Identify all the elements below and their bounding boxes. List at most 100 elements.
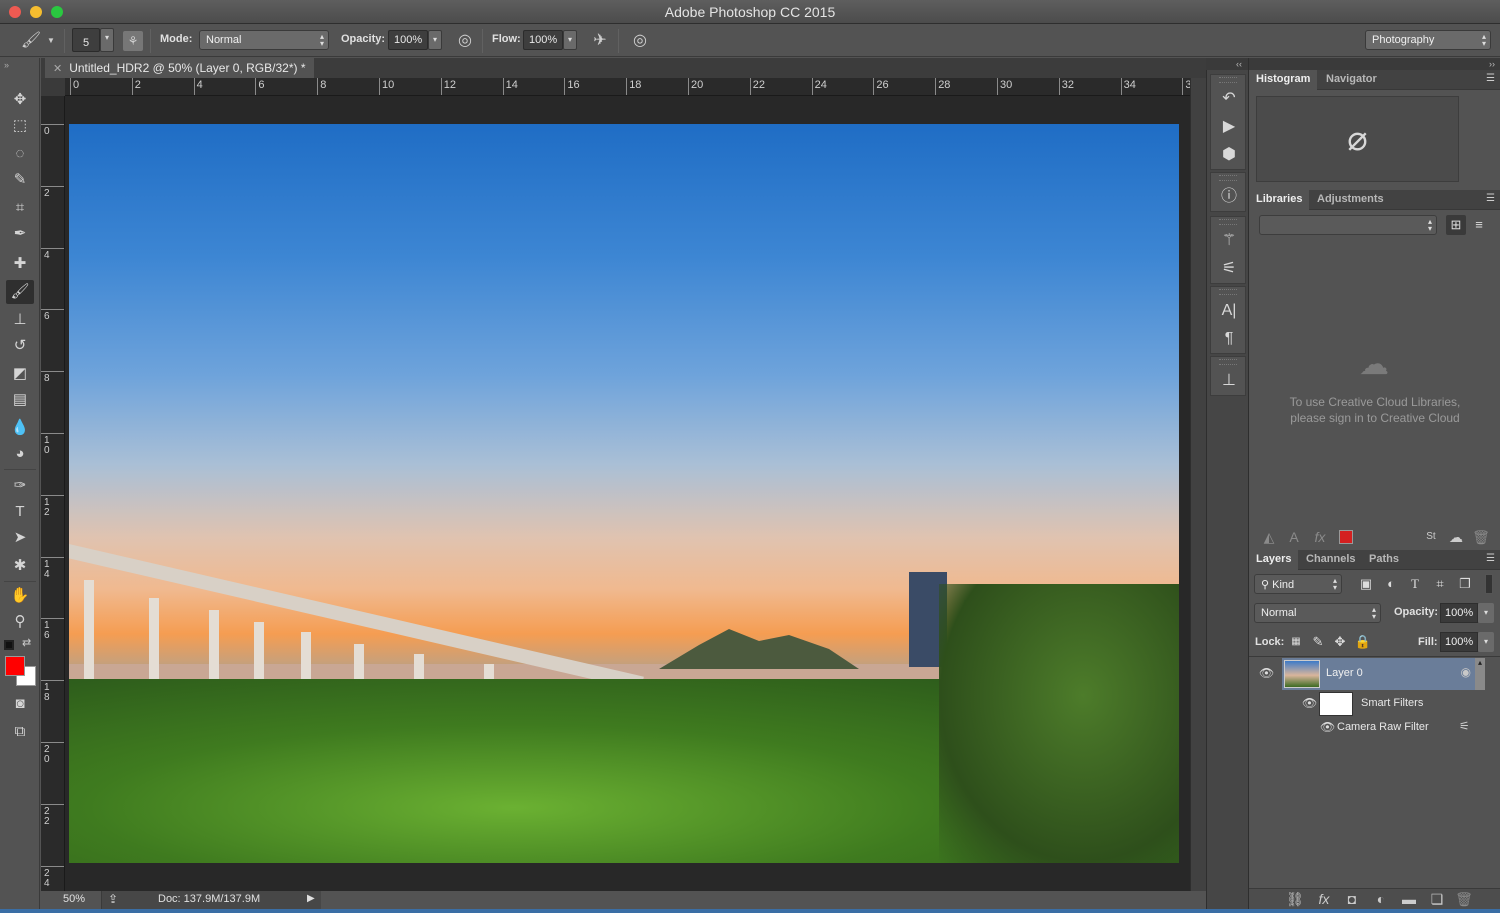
mode-select[interactable]: Normal ▴ ▾ bbox=[199, 30, 329, 50]
grip[interactable] bbox=[1219, 289, 1237, 295]
hand-tool[interactable]: ✋ bbox=[6, 584, 34, 608]
eyedropper-tool[interactable]: ✒ bbox=[6, 222, 34, 246]
ruler-origin[interactable] bbox=[41, 78, 65, 96]
layer-opacity-dropdown[interactable]: ▾ bbox=[1478, 603, 1494, 623]
clone-source-icon[interactable]: ⊥ bbox=[1211, 367, 1247, 395]
blur-tool[interactable]: 💧 bbox=[6, 416, 34, 440]
crop-tool[interactable]: ⌗ bbox=[6, 196, 34, 220]
history-brush-tool[interactable]: ↺ bbox=[6, 334, 34, 358]
info-icon[interactable]: ⓘ bbox=[1211, 183, 1247, 211]
brush-settings-icon[interactable]: ⚟ bbox=[1211, 255, 1247, 283]
paragraph-icon[interactable]: ¶ bbox=[1211, 325, 1247, 353]
collapse-panels-icon[interactable]: ›› bbox=[1249, 58, 1500, 70]
list-view-icon[interactable]: ≡ bbox=[1469, 215, 1489, 235]
tab-channels[interactable]: Channels bbox=[1299, 550, 1363, 570]
brush-preset-icon[interactable]: 🖌 bbox=[20, 30, 42, 52]
brush-tool[interactable]: 🖌 bbox=[6, 280, 34, 304]
marquee-tool[interactable]: ⬚ bbox=[6, 114, 34, 138]
eraser-tool[interactable]: ◩ bbox=[6, 362, 34, 386]
zoom-level[interactable]: 50% bbox=[63, 893, 85, 905]
foreground-color-swatch[interactable] bbox=[5, 656, 25, 676]
layer-opacity-field[interactable]: 100% bbox=[1440, 603, 1478, 623]
lasso-tool[interactable]: ◌ bbox=[6, 142, 34, 166]
type-tool[interactable]: T bbox=[6, 500, 34, 524]
status-menu-arrow-icon[interactable]: ▶ bbox=[307, 893, 315, 904]
lock-position-icon[interactable]: ✥ bbox=[1330, 632, 1350, 652]
grip[interactable] bbox=[1219, 359, 1237, 365]
filter-shape-icon[interactable]: ⌗ bbox=[1430, 574, 1450, 594]
panel-menu-icon[interactable]: ☰ bbox=[1486, 193, 1495, 204]
new-adjustment-layer-icon[interactable]: ◐ bbox=[1371, 890, 1391, 908]
brush-size-field[interactable]: 5 bbox=[72, 28, 100, 52]
clone-stamp-tool[interactable]: ⊥ bbox=[6, 308, 34, 332]
layer-name[interactable]: Layer 0 bbox=[1326, 667, 1363, 679]
vertical-scrollbar[interactable] bbox=[1190, 78, 1206, 891]
panel-menu-icon[interactable]: ☰ bbox=[1486, 73, 1495, 84]
add-color-swatch[interactable] bbox=[1339, 530, 1353, 544]
blend-mode-select[interactable]: Normal ▴ ▾ bbox=[1254, 603, 1381, 623]
tab-adjustments[interactable]: Adjustments bbox=[1310, 190, 1391, 210]
add-layer-style-icon[interactable]: fx bbox=[1314, 890, 1334, 908]
filter-toggle-switch[interactable] bbox=[1485, 574, 1493, 594]
expand-dock-icon[interactable]: ‹‹ bbox=[1206, 58, 1248, 70]
vertical-ruler[interactable]: 024681012141618202224 bbox=[41, 96, 65, 891]
airbrush-icon[interactable]: ✈ bbox=[589, 30, 611, 52]
flow-field[interactable]: 100% bbox=[523, 30, 563, 50]
fill-field[interactable]: 100% bbox=[1440, 632, 1478, 652]
properties-3d-icon[interactable]: ⬢ bbox=[1211, 141, 1247, 169]
link-layers-icon[interactable]: ⛓ bbox=[1285, 890, 1305, 908]
workspace-select[interactable]: Photography ▴ ▾ bbox=[1365, 30, 1491, 50]
collapse-toolbar-icon[interactable]: » bbox=[4, 60, 9, 70]
default-colors-icon[interactable] bbox=[4, 640, 14, 650]
quick-selection-tool[interactable]: ✎ bbox=[6, 168, 34, 192]
panel-menu-icon[interactable]: ☰ bbox=[1486, 553, 1495, 564]
stock-icon[interactable]: St bbox=[1421, 528, 1441, 546]
lock-all-icon[interactable]: 🔒 bbox=[1353, 632, 1373, 652]
pressure-opacity-icon[interactable]: ◎ bbox=[454, 30, 476, 52]
screen-mode-icon[interactable]: ⧉ bbox=[6, 720, 34, 744]
filter-pixel-icon[interactable]: ▣ bbox=[1356, 574, 1376, 594]
brush-size-dropdown[interactable]: ▾ bbox=[100, 28, 114, 52]
delete-layer-icon[interactable]: 🗑 bbox=[1454, 890, 1474, 908]
opacity-dropdown[interactable]: ▾ bbox=[428, 30, 442, 50]
new-layer-icon[interactable]: ❏ bbox=[1427, 890, 1447, 908]
swap-colors-icon[interactable]: ⇄ bbox=[22, 636, 31, 649]
tab-navigator[interactable]: Navigator bbox=[1319, 70, 1384, 90]
cc-sync-icon[interactable]: ☁ bbox=[1446, 528, 1466, 546]
tab-histogram[interactable]: Histogram bbox=[1249, 70, 1318, 90]
smart-filter-mask-thumbnail[interactable] bbox=[1319, 692, 1353, 716]
quick-mask-icon[interactable]: ◙ bbox=[6, 692, 34, 716]
brush-panel-toggle-icon[interactable]: ⚘ bbox=[123, 31, 143, 51]
healing-brush-tool[interactable]: ✚ bbox=[6, 252, 34, 276]
gradient-tool[interactable]: ▤ bbox=[6, 388, 34, 412]
zoom-tool[interactable]: ⚲ bbox=[6, 610, 34, 634]
add-character-style-icon[interactable]: A bbox=[1284, 528, 1304, 546]
camera-raw-filter-label[interactable]: Camera Raw Filter bbox=[1337, 721, 1429, 733]
library-select[interactable]: ▴ ▾ bbox=[1259, 215, 1437, 235]
grip[interactable] bbox=[1219, 219, 1237, 225]
dodge-tool[interactable]: ◕ bbox=[6, 442, 34, 466]
tab-layers[interactable]: Layers bbox=[1249, 550, 1299, 570]
horizontal-ruler[interactable]: 024681012141618202224262830323436 bbox=[65, 78, 1190, 96]
camera-raw-visibility-eye-icon[interactable]: 👁 bbox=[1320, 720, 1335, 734]
new-group-icon[interactable]: ▬ bbox=[1399, 890, 1419, 908]
filter-adjustment-icon[interactable]: ◐ bbox=[1381, 574, 1401, 594]
pen-tool[interactable]: ✑ bbox=[6, 474, 34, 498]
pressure-size-icon[interactable]: ◎ bbox=[629, 30, 651, 52]
actions-play-icon[interactable]: ▶ bbox=[1211, 113, 1247, 141]
layer-filter-kind-select[interactable]: ⚲ Kind ▴ ▾ bbox=[1254, 574, 1342, 594]
filter-blending-options-icon[interactable]: ⚟ bbox=[1459, 719, 1470, 733]
add-mask-icon[interactable]: ◘ bbox=[1342, 890, 1362, 908]
fill-dropdown[interactable]: ▾ bbox=[1478, 632, 1494, 652]
layer-visibility-eye-icon[interactable]: 👁 bbox=[1259, 666, 1274, 680]
opacity-field[interactable]: 100% bbox=[388, 30, 428, 50]
move-tool[interactable]: ✥ bbox=[6, 88, 34, 112]
lock-image-icon[interactable]: ✎ bbox=[1308, 632, 1328, 652]
brushes-icon[interactable]: ⚚ bbox=[1211, 227, 1247, 255]
custom-shape-tool[interactable]: ✱ bbox=[6, 554, 34, 578]
character-icon[interactable]: A| bbox=[1211, 297, 1247, 325]
smart-filter-visibility-icon[interactable]: ◉ bbox=[1461, 665, 1471, 679]
layer-row-layer-0[interactable]: Layer 0 ◉ ▴ bbox=[1282, 658, 1485, 690]
add-graphic-icon[interactable]: ◭ bbox=[1259, 528, 1279, 546]
add-layer-style-icon[interactable]: fx bbox=[1310, 528, 1330, 546]
